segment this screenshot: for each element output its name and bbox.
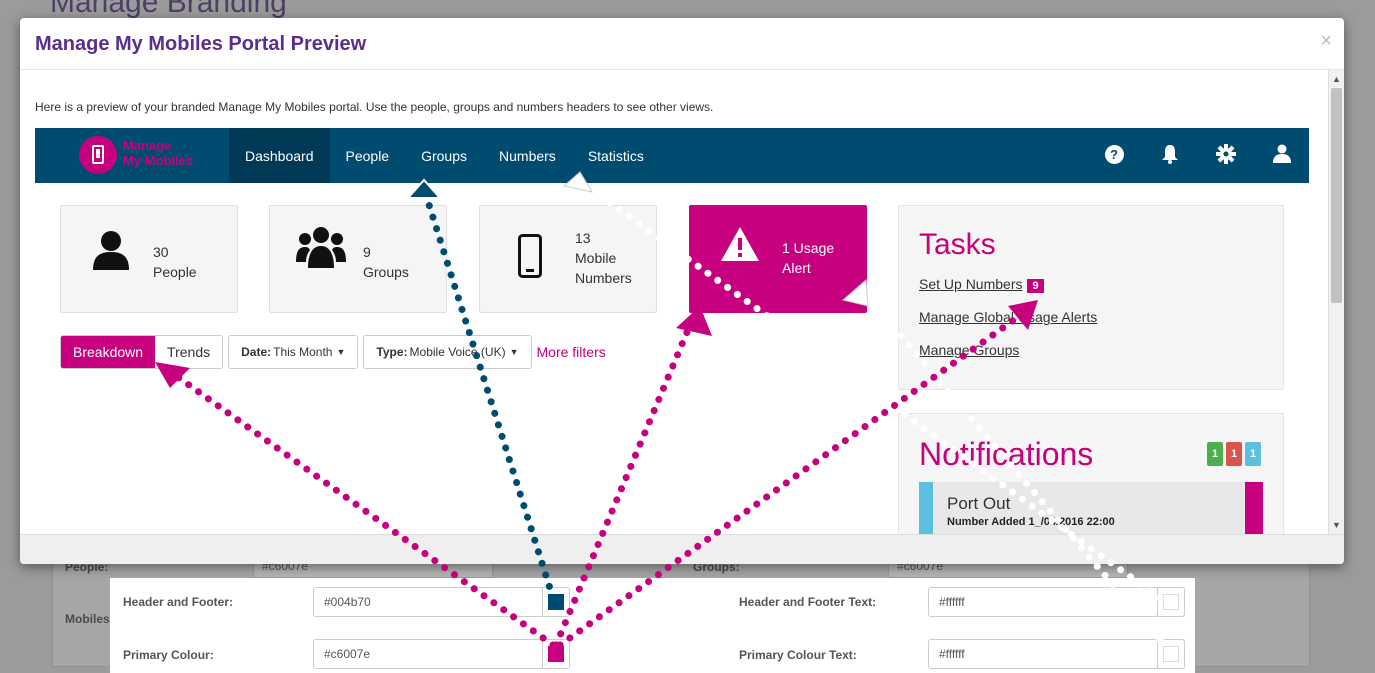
type-filter-dropdown[interactable]: Type: Mobile Voice (UK) ▼ — [363, 335, 532, 369]
header-footer-text-swatch[interactable] — [1157, 587, 1185, 617]
task-manage-usage-alerts[interactable]: Manage Global Usage Alerts — [919, 309, 1097, 325]
modal-title: Manage My Mobiles Portal Preview — [35, 33, 367, 55]
color-swatch — [1163, 646, 1179, 662]
notifications-panel: Notifications 1 1 1 Port Out Number Adde… — [898, 413, 1284, 534]
logo-text-line2: My Mobiles — [123, 153, 194, 168]
modal-footer — [20, 534, 1344, 564]
modal-scrollbar[interactable]: ▲ ▼ — [1328, 70, 1344, 534]
notification-badge-blue[interactable]: 1 — [1245, 442, 1261, 466]
tasks-panel: Tasks Set Up Numbers 9 Manage Global Usag… — [898, 205, 1284, 390]
background-mobiles-label: Mobiles — [65, 612, 110, 626]
breakdown-button[interactable]: Breakdown — [61, 336, 156, 368]
stat-people-value: 30 — [153, 244, 169, 260]
notification-item-subtitle: Number Added 1_/04/2016 22:00 — [947, 516, 1115, 528]
logo-text-line1: Manage — [123, 138, 172, 153]
task-count-badge: 9 — [1027, 279, 1044, 293]
header-footer-text-input[interactable]: #ffffff — [928, 587, 1158, 617]
nav-statistics[interactable]: Statistics — [572, 128, 660, 183]
header-footer-input[interactable]: #004b70 — [313, 587, 543, 617]
notification-item[interactable]: Port Out Number Added 1_/04/2016 22:00 — [919, 482, 1263, 534]
stat-usage-alert-tile[interactable]: 1 Usage Alert — [689, 205, 867, 313]
stat-people-label: People — [153, 264, 197, 280]
gear-icon[interactable] — [1215, 143, 1237, 165]
nav-groups[interactable]: Groups — [405, 128, 483, 183]
notification-badge-red[interactable]: 1 — [1226, 442, 1242, 466]
color-swatch — [548, 594, 564, 610]
stat-groups-label: Groups — [363, 264, 409, 280]
stat-numbers-tile[interactable]: 13 Mobile Numbers — [479, 205, 657, 313]
nav-people[interactable]: People — [330, 128, 406, 183]
date-filter-label: Date: — [241, 345, 272, 359]
header-footer-swatch[interactable] — [542, 587, 570, 617]
modal-intro-text: Here is a preview of your branded Manage… — [35, 100, 714, 114]
stat-groups-tile[interactable]: 9 Groups — [269, 205, 447, 313]
close-icon[interactable]: × — [1320, 30, 1332, 53]
notification-item-title: Port Out — [947, 494, 1011, 513]
task-manage-groups[interactable]: Manage Groups — [919, 342, 1019, 358]
help-icon[interactable]: ? — [1103, 143, 1125, 165]
task-set-up-numbers-label: Set Up Numbers — [919, 276, 1023, 292]
stat-people-tile[interactable]: 30 People — [60, 205, 238, 313]
notifications-title: Notifications — [919, 436, 1094, 472]
stat-numbers-value: 13 — [575, 230, 591, 246]
tasks-title: Tasks — [919, 228, 996, 261]
scroll-up-icon[interactable]: ▲ — [1332, 74, 1341, 84]
logo-text[interactable]: Manage My Mobiles — [123, 138, 193, 168]
type-filter-label: Type: — [376, 345, 408, 359]
date-filter-dropdown[interactable]: Date: This Month ▼ — [228, 335, 359, 369]
group-icon — [296, 226, 346, 277]
bell-icon[interactable] — [1159, 143, 1181, 165]
mobile-phone-icon — [518, 234, 542, 283]
trends-button[interactable]: Trends — [155, 336, 223, 368]
primary-colour-text-swatch[interactable] — [1157, 639, 1185, 669]
stat-numbers-label-line1: Mobile — [575, 250, 617, 266]
filter-bar: Breakdown Trends Date: This Month ▼ Type: M… — [60, 335, 606, 369]
header-footer-text-label: Header and Footer Text: — [739, 595, 877, 609]
type-filter-value: Mobile Voice (UK) — [409, 345, 506, 359]
stat-groups-value: 9 — [363, 244, 371, 260]
primary-colour-text-input[interactable]: #ffffff — [928, 639, 1158, 669]
date-filter-value: This Month — [273, 345, 333, 359]
warning-icon — [720, 226, 760, 267]
color-swatch — [1163, 594, 1179, 610]
primary-colour-input[interactable]: #c6007e — [313, 639, 543, 669]
nav-numbers[interactable]: Numbers — [483, 128, 572, 183]
background-page-title: Manage Branding — [50, 0, 287, 19]
color-swatch — [548, 646, 564, 662]
scroll-thumb[interactable] — [1331, 88, 1342, 303]
stat-alert-label-line1: 1 Usage — [782, 240, 835, 256]
scroll-down-icon[interactable]: ▼ — [1332, 520, 1341, 530]
primary-colour-text-label: Primary Colour Text: — [739, 648, 857, 662]
portal-preview: Manage My Mobiles Dashboard People Group… — [35, 128, 1309, 534]
primary-colour-swatch[interactable] — [542, 639, 570, 669]
header-footer-label: Header and Footer: — [123, 595, 234, 609]
primary-colour-label: Primary Colour: — [123, 648, 214, 662]
caret-down-icon: ▼ — [336, 347, 346, 357]
stat-numbers-label-line2: Numbers — [575, 270, 632, 286]
colour-config-card: Header and Footer: #004b70 Header and Fo… — [110, 578, 1195, 673]
logo-icon[interactable] — [79, 136, 117, 174]
notification-badge-green[interactable]: 1 — [1207, 442, 1223, 466]
portal-preview-modal: Manage My Mobiles Portal Preview × Here … — [20, 18, 1344, 564]
user-icon[interactable] — [1271, 143, 1293, 165]
stat-alert-label-line2: Alert — [782, 260, 811, 276]
task-set-up-numbers[interactable]: Set Up Numbers 9 — [919, 276, 1044, 293]
more-filters-link[interactable]: More filters — [537, 344, 606, 360]
modal-header: Manage My Mobiles Portal Preview × — [20, 18, 1344, 70]
nav-dashboard[interactable]: Dashboard — [229, 128, 330, 183]
portal-navbar: Manage My Mobiles Dashboard People Group… — [35, 128, 1309, 183]
person-icon — [91, 230, 131, 275]
caret-down-icon: ▼ — [509, 347, 519, 357]
view-toggle: Breakdown Trends — [60, 335, 224, 369]
